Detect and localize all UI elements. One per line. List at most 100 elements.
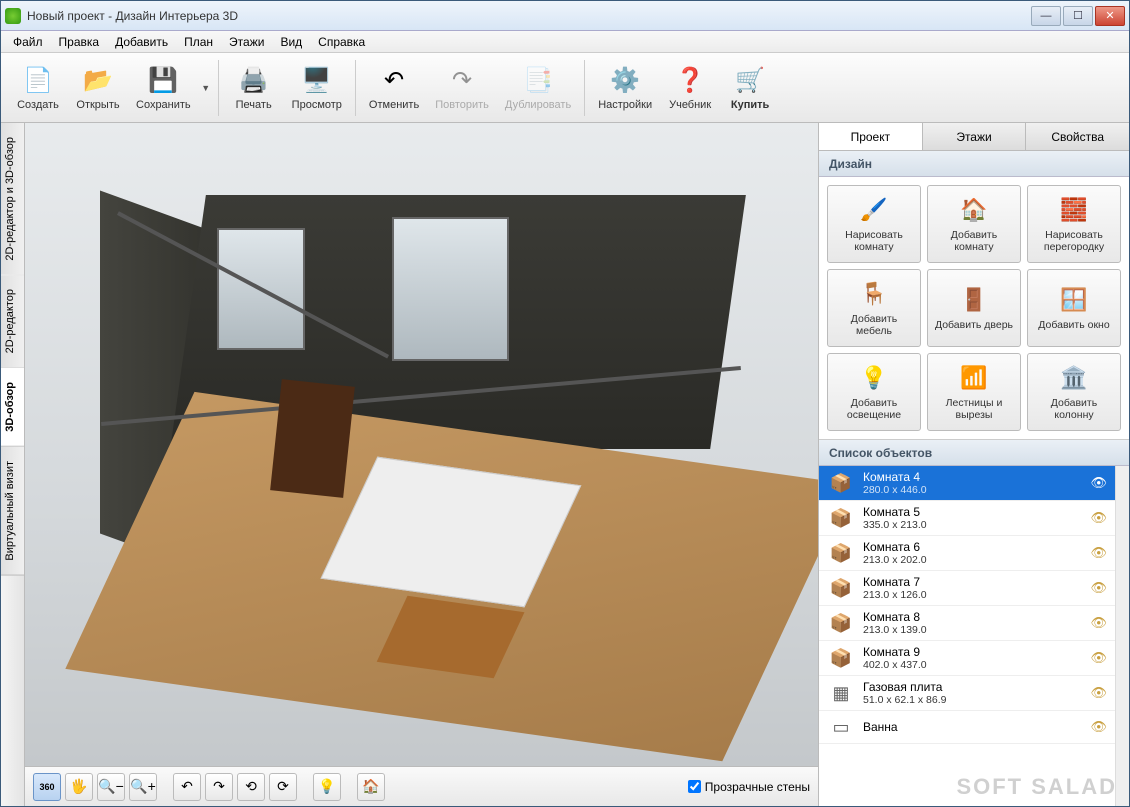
buy-button[interactable]: 🛒Купить bbox=[721, 60, 779, 116]
toolbar-separator bbox=[584, 60, 585, 116]
view-pan-button[interactable]: 🖐 bbox=[65, 773, 93, 801]
object-row[interactable]: ▦Газовая плита51.0 x 62.1 x 86.9👁 bbox=[819, 676, 1115, 711]
visibility-toggle-icon[interactable]: 👁 bbox=[1090, 580, 1107, 596]
save-icon: 💾 bbox=[147, 65, 179, 97]
view-light-button[interactable]: 💡 bbox=[313, 773, 341, 801]
app-icon bbox=[5, 8, 21, 24]
object-row[interactable]: 📦Комната 4280.0 x 446.0👁 bbox=[819, 466, 1115, 501]
object-row[interactable]: 📦Комната 9402.0 x 437.0👁 bbox=[819, 641, 1115, 676]
menu-4[interactable]: Этажи bbox=[221, 33, 272, 51]
tutorial-button[interactable]: ❓Учебник bbox=[661, 60, 719, 116]
design-column-button[interactable]: 🏛️Добавить колонну bbox=[1027, 353, 1121, 431]
object-dimensions: 213.0 x 202.0 bbox=[863, 554, 1082, 566]
design-add-light-button[interactable]: 💡Добавить освещение bbox=[827, 353, 921, 431]
view-zoom-out-button[interactable]: 🔍− bbox=[97, 773, 125, 801]
side-tab-props[interactable]: Свойства bbox=[1026, 123, 1129, 150]
view-tilt-right-button[interactable]: ⟳ bbox=[269, 773, 297, 801]
transparent-walls-checkbox[interactable]: Прозрачные стены bbox=[688, 780, 810, 794]
open-button[interactable]: 📂 Открыть bbox=[69, 60, 127, 116]
left-view-tabs: 2D-редактор и 3D-обзор2D-редактор3D-обзо… bbox=[1, 123, 25, 806]
minimize-button[interactable]: — bbox=[1031, 6, 1061, 26]
object-name: Газовая плита bbox=[863, 680, 1082, 694]
view-home-button[interactable]: 🏠 bbox=[357, 773, 385, 801]
print-icon: 🖨️ bbox=[238, 65, 270, 97]
design-add-window-button[interactable]: 🪟Добавить окно bbox=[1027, 269, 1121, 347]
visibility-toggle-icon[interactable]: 👁 bbox=[1090, 475, 1107, 491]
save-button[interactable]: 💾 Сохранить bbox=[129, 60, 198, 116]
view-zoom-in-button[interactable]: 🔍+ bbox=[129, 773, 157, 801]
tutorial-icon: ❓ bbox=[674, 65, 706, 97]
design-add-door-button[interactable]: 🚪Добавить дверь bbox=[927, 269, 1021, 347]
side-tab-project[interactable]: Проект bbox=[819, 123, 923, 150]
view-rot-right-button[interactable]: ↷ bbox=[205, 773, 233, 801]
object-row[interactable]: 📦Комната 8213.0 x 139.0👁 bbox=[819, 606, 1115, 641]
design-add-room-button[interactable]: 🏠Добавить комнату bbox=[927, 185, 1021, 263]
scrollbar[interactable] bbox=[1115, 466, 1129, 806]
window-2 bbox=[392, 217, 509, 361]
transparent-walls-input[interactable] bbox=[688, 780, 701, 793]
left-tab-3d[interactable]: 3D-обзор bbox=[1, 368, 24, 447]
viewport: 360🖐🔍−🔍+ ↶↷⟲⟳ 💡 🏠 Прозрачные стены bbox=[25, 123, 819, 806]
3d-canvas[interactable] bbox=[25, 123, 818, 766]
view-rot-left-button[interactable]: ↶ bbox=[173, 773, 201, 801]
object-icon: ▭ bbox=[827, 715, 855, 739]
create-button[interactable]: 📄Создать bbox=[9, 60, 67, 116]
visibility-toggle-icon[interactable]: 👁 bbox=[1090, 510, 1107, 526]
left-tab-virtual[interactable]: Виртуальный визит bbox=[1, 447, 24, 576]
design-stairs-button[interactable]: 📶Лестницы и вырезы bbox=[927, 353, 1021, 431]
draw-wall-label: Нарисовать перегородку bbox=[1032, 229, 1116, 253]
visibility-toggle-icon[interactable]: 👁 bbox=[1090, 685, 1107, 701]
visibility-toggle-icon[interactable]: 👁 bbox=[1090, 719, 1107, 735]
object-name: Комната 7 bbox=[863, 575, 1082, 589]
menu-2[interactable]: Добавить bbox=[107, 33, 176, 51]
design-draw-room-button[interactable]: 🖌️Нарисовать комнату bbox=[827, 185, 921, 263]
visibility-toggle-icon[interactable]: 👁 bbox=[1090, 650, 1107, 666]
object-list-inner[interactable]: 📦Комната 4280.0 x 446.0👁📦Комната 5335.0 … bbox=[819, 466, 1115, 806]
menu-5[interactable]: Вид bbox=[272, 33, 310, 51]
object-row[interactable]: 📦Комната 5335.0 x 213.0👁 bbox=[819, 501, 1115, 536]
object-row[interactable]: ▭Ванна👁 bbox=[819, 711, 1115, 744]
menu-0[interactable]: Файл bbox=[5, 33, 51, 51]
left-tab-combo[interactable]: 2D-редактор и 3D-обзор bbox=[1, 123, 24, 275]
main-toolbar: 📄Создать 📂 Открыть 💾 Сохранить ▼ 🖨️Печать🖥️Про… bbox=[1, 53, 1129, 123]
settings-button[interactable]: ⚙️Настройки bbox=[591, 60, 659, 116]
maximize-button[interactable]: ☐ bbox=[1063, 6, 1093, 26]
preview-button[interactable]: 🖥️Просмотр bbox=[285, 60, 349, 116]
object-dimensions: 280.0 x 446.0 bbox=[863, 484, 1082, 496]
save-label: Сохранить bbox=[136, 99, 191, 111]
menu-3[interactable]: План bbox=[176, 33, 221, 51]
object-row[interactable]: 📦 Комната 6213.0 x 202.0 👁 bbox=[819, 536, 1115, 571]
redo-label: Повторить bbox=[435, 99, 489, 111]
view-tilt-left-button[interactable]: ⟲ bbox=[237, 773, 265, 801]
design-add-furn-button[interactable]: 🪑Добавить мебель bbox=[827, 269, 921, 347]
column-label: Добавить колонну bbox=[1032, 397, 1116, 421]
view-360-button[interactable]: 360 bbox=[33, 773, 61, 801]
menu-6[interactable]: Справка bbox=[310, 33, 373, 51]
main-area: 2D-редактор и 3D-обзор2D-редактор3D-обзо… bbox=[1, 123, 1129, 806]
object-text: Комната 9402.0 x 437.0 bbox=[863, 645, 1082, 671]
object-dimensions: 213.0 x 126.0 bbox=[863, 589, 1082, 601]
transparent-walls-label: Прозрачные стены bbox=[705, 780, 810, 794]
undo-button[interactable]: ↶Отменить bbox=[362, 60, 426, 116]
object-icon: 📦 bbox=[827, 541, 855, 565]
visibility-toggle-icon[interactable]: 👁 bbox=[1090, 615, 1107, 631]
side-tabs: ПроектЭтажиСвойства bbox=[819, 123, 1129, 151]
save-dropdown[interactable]: ▼ bbox=[200, 83, 212, 93]
open-icon: 📂 bbox=[82, 65, 114, 97]
settings-icon: ⚙️ bbox=[609, 65, 641, 97]
design-draw-wall-button[interactable]: 🧱Нарисовать перегородку bbox=[1027, 185, 1121, 263]
open-label: Открыть bbox=[76, 99, 119, 111]
draw-room-icon: 🖌️ bbox=[859, 195, 889, 225]
menu-1[interactable]: Правка bbox=[51, 33, 108, 51]
object-row[interactable]: 📦Комната 7213.0 x 126.0👁 bbox=[819, 571, 1115, 606]
close-button[interactable]: ✕ bbox=[1095, 6, 1125, 26]
visibility-toggle-icon[interactable]: 👁 bbox=[1090, 545, 1107, 561]
object-icon: 📦 bbox=[827, 506, 855, 530]
object-text: Комната 7213.0 x 126.0 bbox=[863, 575, 1082, 601]
print-button[interactable]: 🖨️Печать bbox=[225, 60, 283, 116]
object-text: Комната 6213.0 x 202.0 bbox=[863, 540, 1082, 566]
object-icon: 📦 bbox=[827, 611, 855, 635]
side-tab-floors[interactable]: Этажи bbox=[923, 123, 1027, 150]
left-tab-2d[interactable]: 2D-редактор bbox=[1, 275, 24, 368]
objects-header: Список объектов bbox=[819, 440, 1129, 466]
